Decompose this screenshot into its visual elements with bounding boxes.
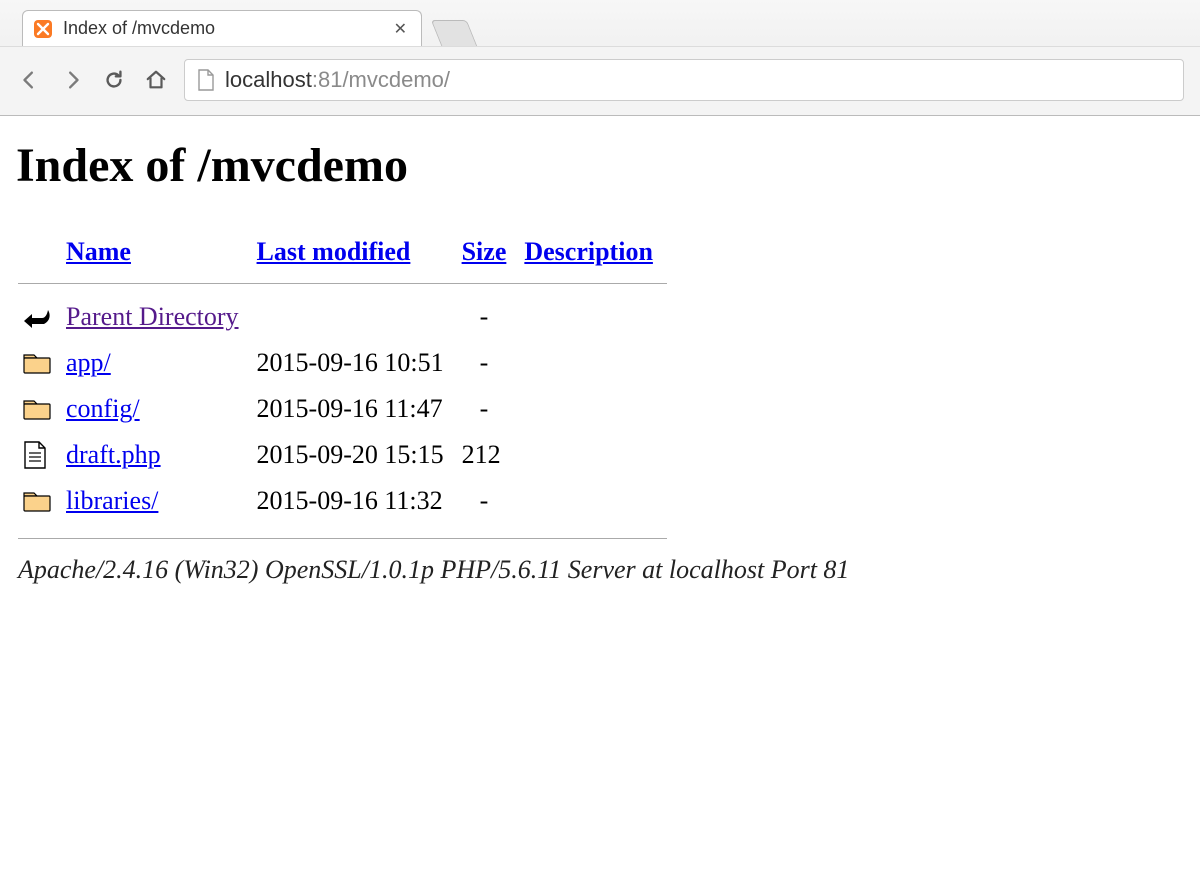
back-button[interactable] <box>16 66 44 94</box>
parent-modified <box>253 294 458 340</box>
page-content: Index of /mvcdemo Name Last modified Siz… <box>0 116 1200 595</box>
forward-button[interactable] <box>58 66 86 94</box>
file-modified: 2015-09-20 15:15 <box>253 432 458 478</box>
parent-directory-link[interactable]: Parent Directory <box>66 302 239 331</box>
browser-chrome: Index of /mvcdemo ✕ localhost:81/mvcdemo… <box>0 0 1200 116</box>
parent-desc <box>520 294 667 340</box>
header-row: Name Last modified Size Description <box>18 229 667 281</box>
home-button[interactable] <box>142 66 170 94</box>
xampp-favicon-icon <box>33 19 53 39</box>
header-icon-col <box>18 229 62 281</box>
sort-name-link[interactable]: Name <box>66 237 131 266</box>
file-desc <box>520 478 667 524</box>
table-row: draft.php 2015-09-20 15:15 212 <box>18 432 667 478</box>
file-size: - <box>458 478 521 524</box>
file-size: - <box>458 386 521 432</box>
folder-icon <box>22 397 56 421</box>
file-desc <box>520 340 667 386</box>
parent-size: - <box>458 294 521 340</box>
page-icon <box>197 69 215 91</box>
divider-top <box>18 283 667 284</box>
folder-icon <box>22 489 56 513</box>
sort-description-link[interactable]: Description <box>524 237 653 266</box>
header-size: Size <box>458 229 521 281</box>
directory-listing: Name Last modified Size Description Pare… <box>18 229 667 545</box>
server-signature: Apache/2.4.16 (Win32) OpenSSL/1.0.1p PHP… <box>18 555 1184 585</box>
browser-tab[interactable]: Index of /mvcdemo ✕ <box>22 10 422 46</box>
file-size: 212 <box>458 432 521 478</box>
file-link[interactable]: app/ <box>66 348 111 377</box>
header-description: Description <box>520 229 667 281</box>
sort-modified-link[interactable]: Last modified <box>257 237 411 266</box>
file-desc <box>520 386 667 432</box>
file-desc <box>520 432 667 478</box>
tab-title: Index of /mvcdemo <box>63 18 380 39</box>
file-link[interactable]: libraries/ <box>66 486 158 515</box>
url-port: :81 <box>312 67 343 92</box>
file-size: - <box>458 340 521 386</box>
table-row: config/ 2015-09-16 11:47 - <box>18 386 667 432</box>
divider-bottom <box>18 538 667 539</box>
header-modified: Last modified <box>253 229 458 281</box>
file-modified: 2015-09-16 11:47 <box>253 386 458 432</box>
sort-size-link[interactable]: Size <box>462 237 507 266</box>
table-row: libraries/ 2015-09-16 11:32 - <box>18 478 667 524</box>
toolbar: localhost:81/mvcdemo/ <box>0 46 1200 115</box>
page-title: Index of /mvcdemo <box>16 138 1184 193</box>
new-tab-button[interactable] <box>431 20 478 46</box>
header-name: Name <box>62 229 253 281</box>
url-host: localhost <box>225 67 312 92</box>
folder-icon <box>22 351 56 375</box>
url-text: localhost:81/mvcdemo/ <box>225 67 450 93</box>
url-bar[interactable]: localhost:81/mvcdemo/ <box>184 59 1184 101</box>
back-arrow-icon <box>22 304 56 330</box>
file-link[interactable]: config/ <box>66 394 140 423</box>
url-path: /mvcdemo/ <box>342 67 450 92</box>
table-row: app/ 2015-09-16 10:51 - <box>18 340 667 386</box>
file-link[interactable]: draft.php <box>66 440 161 469</box>
reload-button[interactable] <box>100 66 128 94</box>
close-tab-icon[interactable]: ✕ <box>390 19 411 39</box>
file-icon <box>22 440 56 470</box>
parent-directory-row: Parent Directory - <box>18 294 667 340</box>
file-modified: 2015-09-16 11:32 <box>253 478 458 524</box>
tab-bar: Index of /mvcdemo ✕ <box>0 0 1200 46</box>
file-modified: 2015-09-16 10:51 <box>253 340 458 386</box>
